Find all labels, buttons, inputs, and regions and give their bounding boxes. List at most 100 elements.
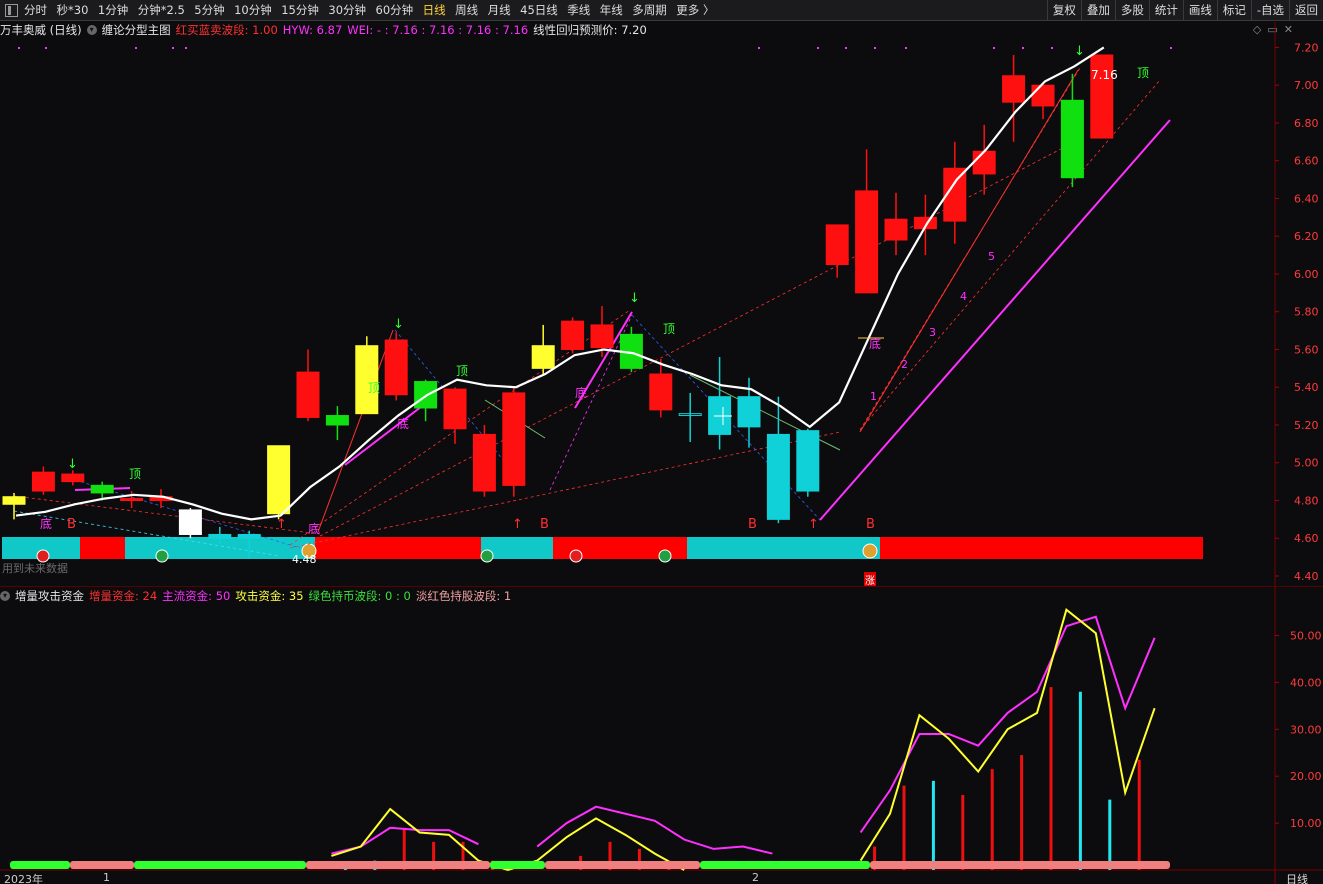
price-tick-label: 4.60	[1294, 532, 1319, 545]
candle-body	[267, 445, 291, 515]
signal-dot	[993, 47, 995, 49]
month-2-label: 2	[752, 871, 759, 884]
sub-indicator-name[interactable]: 增量攻击资金	[15, 588, 84, 604]
top-marker: 顶	[456, 364, 468, 378]
candle-body	[766, 433, 790, 520]
pane-separator[interactable]	[0, 586, 1323, 587]
ind-tick-label: 50.00	[1290, 630, 1322, 643]
future-data-note: 用到未来数据	[2, 562, 68, 575]
candle-body	[1031, 84, 1055, 107]
trend-line	[859, 69, 1079, 433]
band-segment	[687, 537, 880, 559]
holding-band	[870, 861, 1170, 869]
candle-body	[384, 339, 408, 396]
candle-body	[855, 190, 879, 294]
signal-dot	[758, 47, 760, 49]
period-label: 日线	[1275, 871, 1323, 884]
green-coin-icon	[480, 549, 494, 563]
price-tick-label: 6.80	[1294, 117, 1319, 130]
mainstream-fund-line	[536, 805, 773, 855]
signal-dot	[172, 47, 174, 49]
up-arrow-icon: ↑	[512, 517, 523, 532]
price-tick-label: 5.80	[1294, 306, 1319, 319]
candle-body	[825, 224, 849, 266]
max-price-label: 7.16	[1091, 68, 1118, 82]
rise-tag: 涨	[864, 572, 876, 587]
holding-band	[700, 861, 870, 869]
top-marker: 顶	[129, 467, 141, 481]
signal-dot	[845, 47, 847, 49]
signal-dot	[185, 47, 187, 49]
ind-tick-label: 30.00	[1290, 723, 1322, 736]
zengliang-value: 增量资金: 24	[89, 589, 158, 603]
up-arrow-icon: ↑	[276, 517, 287, 532]
candle-body	[649, 373, 673, 411]
candle-body	[972, 150, 996, 175]
candle-body	[296, 371, 320, 418]
price-tick-label: 7.00	[1294, 79, 1319, 92]
holding-band	[10, 861, 70, 869]
signal-dot	[1170, 47, 1172, 49]
bottom-marker: 底	[308, 521, 320, 536]
price-tick-label: 4.40	[1294, 570, 1319, 583]
candle-body	[443, 388, 467, 430]
buy-marker: B	[67, 517, 76, 532]
red-band-value: 淡红色持股波段: 1	[415, 589, 512, 603]
down-arrow-icon: ↓	[393, 317, 404, 332]
green-band-value: 绿色持币波段: 0 : 0	[308, 589, 411, 603]
band-segment	[80, 537, 125, 559]
signal-dot	[817, 47, 819, 49]
wave-count: 4	[960, 290, 967, 303]
candle-body	[1002, 75, 1026, 103]
holding-band	[490, 861, 545, 869]
signal-dot	[135, 47, 137, 49]
candle-body	[2, 496, 26, 505]
candle-body	[414, 381, 438, 409]
price-tick-label: 6.00	[1294, 268, 1319, 281]
buy-marker: B	[748, 517, 757, 532]
holding-band	[70, 861, 134, 869]
sub-indicator-toggle-icon[interactable]: ▾	[0, 591, 10, 601]
candle-body	[237, 533, 261, 539]
signal-dot	[45, 47, 47, 49]
ind-tick-label: 10.00	[1290, 817, 1322, 830]
candle-body	[531, 345, 555, 369]
top-marker: 顶	[368, 381, 380, 395]
candle-body	[1060, 99, 1084, 179]
candle-body	[178, 509, 202, 535]
up-arrow-icon: ↑	[808, 517, 819, 532]
price-tick-label: 5.00	[1294, 457, 1319, 470]
candle-body	[590, 324, 614, 349]
top-marker: 顶	[663, 322, 675, 336]
price-tick-label: 4.80	[1294, 494, 1319, 507]
down-arrow-icon: ↓	[1074, 44, 1085, 59]
bottom-marker: 底	[575, 385, 587, 400]
candle-body	[120, 498, 144, 501]
bottom-marker: 底	[397, 416, 409, 431]
candle-body	[325, 415, 349, 426]
indicator-title-row: ▾ 增量攻击资金 增量资金: 24 主流资金: 50 攻击资金: 35 绿色持币…	[0, 588, 516, 604]
candle-body	[737, 396, 761, 428]
chart-canvas[interactable]: 7.20 7.00 6.80 6.60 6.40 6.20 6.00 5.80 5.60 5.40…	[0, 0, 1323, 884]
price-tick-label: 5.60	[1294, 343, 1319, 356]
trend-line	[819, 119, 1171, 521]
candle-body	[355, 345, 379, 415]
wave-count: 1	[870, 390, 877, 403]
holding-band	[545, 861, 700, 869]
ind-tick-label: 40.00	[1290, 676, 1322, 689]
candle-body	[502, 392, 526, 486]
price-tick-label: 6.60	[1294, 155, 1319, 168]
price-tick-label: 6.40	[1294, 192, 1319, 205]
ind-tick-label: 20.00	[1290, 770, 1322, 783]
zhuliu-value: 主流资金: 50	[162, 589, 231, 603]
signal-dot	[905, 47, 907, 49]
price-tick-label: 5.40	[1294, 381, 1319, 394]
price-tick-label: 5.20	[1294, 419, 1319, 432]
candle-body	[208, 533, 232, 539]
signal-dot	[874, 47, 876, 49]
holding-band	[306, 861, 490, 869]
candle-body	[796, 430, 820, 492]
candle-body	[884, 218, 908, 241]
down-arrow-icon: ↓	[67, 457, 78, 472]
down-arrow-icon: ↓	[629, 291, 640, 306]
